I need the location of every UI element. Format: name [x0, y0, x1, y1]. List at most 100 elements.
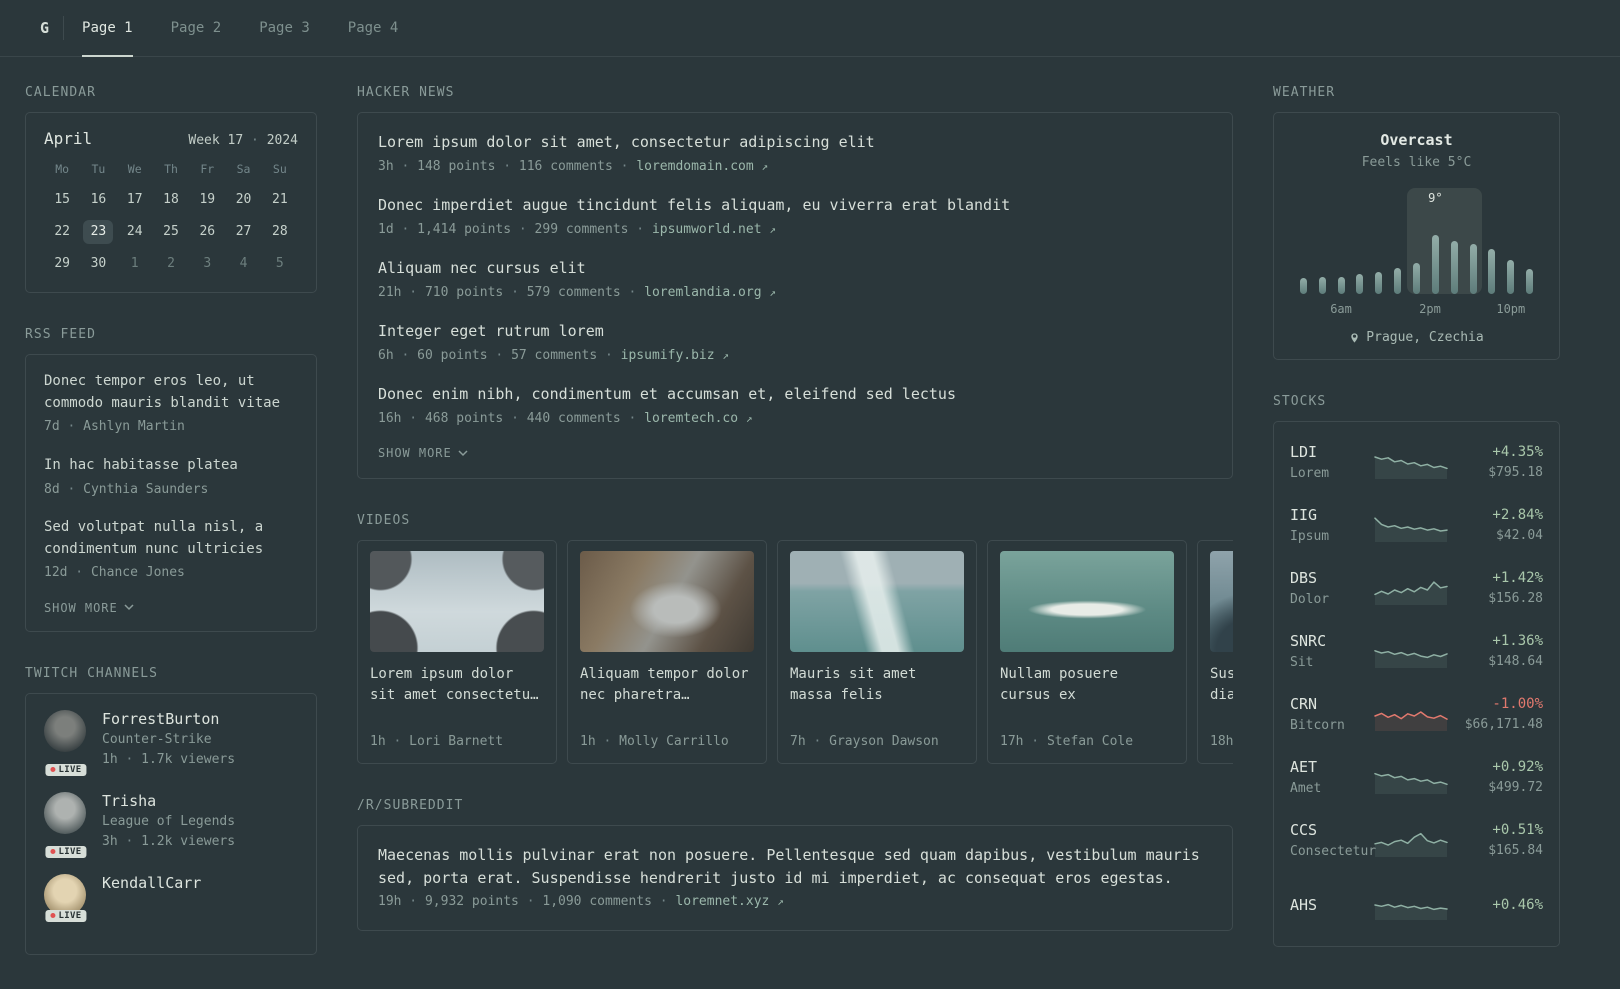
video-thumbnail-canoe-lake[interactable] — [1000, 551, 1174, 652]
rss-show-more-button[interactable]: SHOW MORE — [44, 601, 298, 615]
stock-sparkline-chart — [1373, 903, 1448, 920]
stock-values: +0.51% $165.84 — [1451, 822, 1543, 861]
weather-time-axis: 6am 2pm 10pm — [1294, 302, 1539, 318]
channel-name[interactable]: KendallCarr — [102, 874, 201, 892]
calendar-day-header: Tu — [91, 162, 106, 176]
channel-uptime: 3h — [102, 834, 118, 850]
calendar-date-selected: 23 — [83, 220, 114, 244]
subreddit-post-age: 19h — [378, 894, 402, 909]
video-meta: 1h · Molly Carrillo — [580, 732, 754, 752]
stock-id: LDI Lorem — [1290, 443, 1370, 484]
stock-row: AET Amet +0.92% $499.72 — [1290, 747, 1543, 810]
weather-hourly-chart: 9° — [1294, 188, 1539, 294]
video-card: Aliquam tempor dolor nec pharetra… 1h · M… — [567, 540, 767, 764]
hackernews-domain-link[interactable]: loremlandia.org ↗ — [644, 285, 776, 300]
video-author: Molly Carrillo — [619, 733, 729, 749]
channel-avatar[interactable] — [44, 791, 86, 834]
video-title[interactable]: Mauris sit amet massa felis — [790, 664, 964, 706]
weather-hour-bar — [1356, 274, 1364, 294]
video-thumbnail-hands-camera[interactable] — [580, 551, 754, 652]
calendar-date: 29 — [54, 256, 70, 271]
rss-item-title[interactable]: In hac habitasse platea — [44, 455, 298, 477]
meta-separator: · — [401, 284, 425, 300]
left-column: CALENDAR April Week 17 · 2024 Mo Tu We Th Fr… — [25, 85, 317, 989]
hackernews-show-more-label: SHOW MORE — [378, 446, 452, 460]
subreddit-card: Maecenas mollis pulvinar erat non posuer… — [357, 825, 1233, 931]
hackernews-show-more-button[interactable]: SHOW MORE — [378, 446, 1212, 460]
weather-hour-bar — [1375, 272, 1383, 294]
calendar-date: 30 — [90, 256, 107, 271]
hackernews-title[interactable]: Donec imperdiet augue tincidunt felis al… — [378, 194, 1212, 217]
hackernews-item: Integer eget rutrum lorem 6h · 60 points … — [378, 320, 1212, 365]
hackernews-title[interactable]: Aliquam nec cursus elit — [378, 257, 1212, 280]
channel-info: KendallCarr — [102, 874, 201, 916]
calendar-card: April Week 17 · 2024 Mo Tu We Th Fr Sa Su 15 16 1… — [25, 112, 317, 293]
hackernews-title[interactable]: Donec enim nibh, condimentum et accumsan… — [378, 383, 1212, 406]
subreddit-post-title[interactable]: Maecenas mollis pulvinar erat non posuer… — [378, 844, 1212, 889]
stock-id: CRN Bitcorn — [1290, 695, 1370, 736]
rss-item-title[interactable]: Donec tempor eros leo, ut commodo mauris… — [44, 371, 298, 414]
hackernews-item: Lorem ipsum dolor sit amet, consectetur … — [378, 131, 1212, 176]
hackernews-domain-link[interactable]: ipsumworld.net ↗ — [652, 222, 776, 237]
app-logo[interactable]: G — [40, 0, 63, 56]
meta-separator: · — [59, 419, 84, 435]
nav-tab-page-1[interactable]: Page 1 — [82, 0, 133, 57]
hackernews-domain-link[interactable]: loremdomain.com ↗ — [636, 159, 768, 174]
calendar-widget-title: CALENDAR — [25, 85, 96, 100]
weather-hour-bar — [1299, 278, 1307, 294]
stock-change: +0.51% — [1492, 822, 1543, 839]
meta-separator: · — [503, 410, 527, 426]
nav-tab-page-2[interactable]: Page 2 — [171, 0, 222, 56]
stock-sparkline — [1370, 449, 1451, 479]
video-title[interactable]: Suspendisse diam — [1210, 664, 1233, 706]
stock-change: +0.92% — [1492, 759, 1543, 776]
calendar-date: 27 — [235, 224, 252, 239]
rss-show-more-label: SHOW MORE — [44, 600, 118, 615]
channel-name[interactable]: ForrestBurton — [102, 710, 235, 728]
channel-avatar[interactable] — [44, 709, 86, 752]
calendar-day-header: Th — [164, 162, 178, 176]
channel-info: Trisha League of Legends 3h · 1.2k viewers — [102, 792, 235, 852]
stock-symbol: DBS — [1290, 569, 1318, 588]
calendar-day-header: We — [127, 162, 142, 176]
channel-meta: 3h · 1.2k viewers — [102, 832, 235, 852]
stock-id: SNRC Sit — [1290, 632, 1370, 673]
weather-hour-bar — [1431, 235, 1439, 294]
video-title[interactable]: Lorem ipsum dolor sit amet consectetu… — [370, 664, 544, 706]
video-card: Mauris sit amet massa felis 7h · Grayson … — [777, 540, 977, 764]
rss-item-meta: 8d · Cynthia Saunders — [44, 480, 298, 500]
external-link-icon: ↗ — [722, 348, 730, 362]
meta-separator: · — [651, 894, 676, 909]
subreddit-post-domain-link[interactable]: loremnet.xyz ↗ — [675, 894, 783, 909]
channel-name[interactable]: Trisha — [102, 792, 235, 810]
rss-item-author: Ashlyn Martin — [83, 419, 185, 435]
hackernews-domain-link[interactable]: loremtech.co ↗ — [644, 411, 752, 426]
video-title[interactable]: Nullam posuere cursus ex — [1000, 664, 1174, 706]
weather-location[interactable]: Prague, Czechia — [1290, 330, 1543, 345]
hackernews-domain-link[interactable]: ipsumify.biz ↗ — [621, 348, 729, 363]
meta-separator: · — [597, 347, 621, 363]
stock-change: +0.46% — [1492, 896, 1543, 913]
hackernews-title[interactable]: Integer eget rutrum lorem — [378, 320, 1212, 343]
nav-tab-page-3[interactable]: Page 3 — [259, 0, 310, 56]
hackernews-title[interactable]: Lorem ipsum dolor sit amet, consectetur … — [378, 131, 1212, 154]
video-thumbnail-foggy-figure[interactable] — [1210, 551, 1233, 652]
videos-row: Lorem ipsum dolor sit amet consectetu… 1h… — [357, 540, 1233, 764]
location-pin-icon — [1351, 332, 1359, 343]
rss-item-title[interactable]: Sed volutpat nulla nisl, a condimentum n… — [44, 517, 298, 560]
stock-row: SNRC Sit +1.36% $148.64 — [1290, 621, 1543, 684]
stock-sparkline-chart — [1373, 710, 1448, 731]
subreddit-post-points: 9,932 points — [424, 894, 519, 909]
video-thumbnail-sea-boat-wake[interactable] — [790, 551, 964, 652]
calendar-separator: · — [251, 133, 259, 148]
video-age: 18h — [1210, 733, 1233, 749]
stock-sparkline — [1370, 638, 1451, 668]
meta-separator: · — [518, 894, 543, 909]
stock-row: CCS Consectetur +0.51% $165.84 — [1290, 810, 1543, 873]
nav-tab-page-4[interactable]: Page 4 — [348, 0, 399, 56]
calendar-date: 19 — [199, 192, 216, 207]
stock-values: +4.35% $795.18 — [1451, 444, 1543, 483]
video-title[interactable]: Aliquam tempor dolor nec pharetra… — [580, 664, 754, 706]
video-thumbnail-concrete-cross-sky[interactable] — [370, 551, 544, 652]
calendar-day-header: Su — [272, 162, 287, 176]
